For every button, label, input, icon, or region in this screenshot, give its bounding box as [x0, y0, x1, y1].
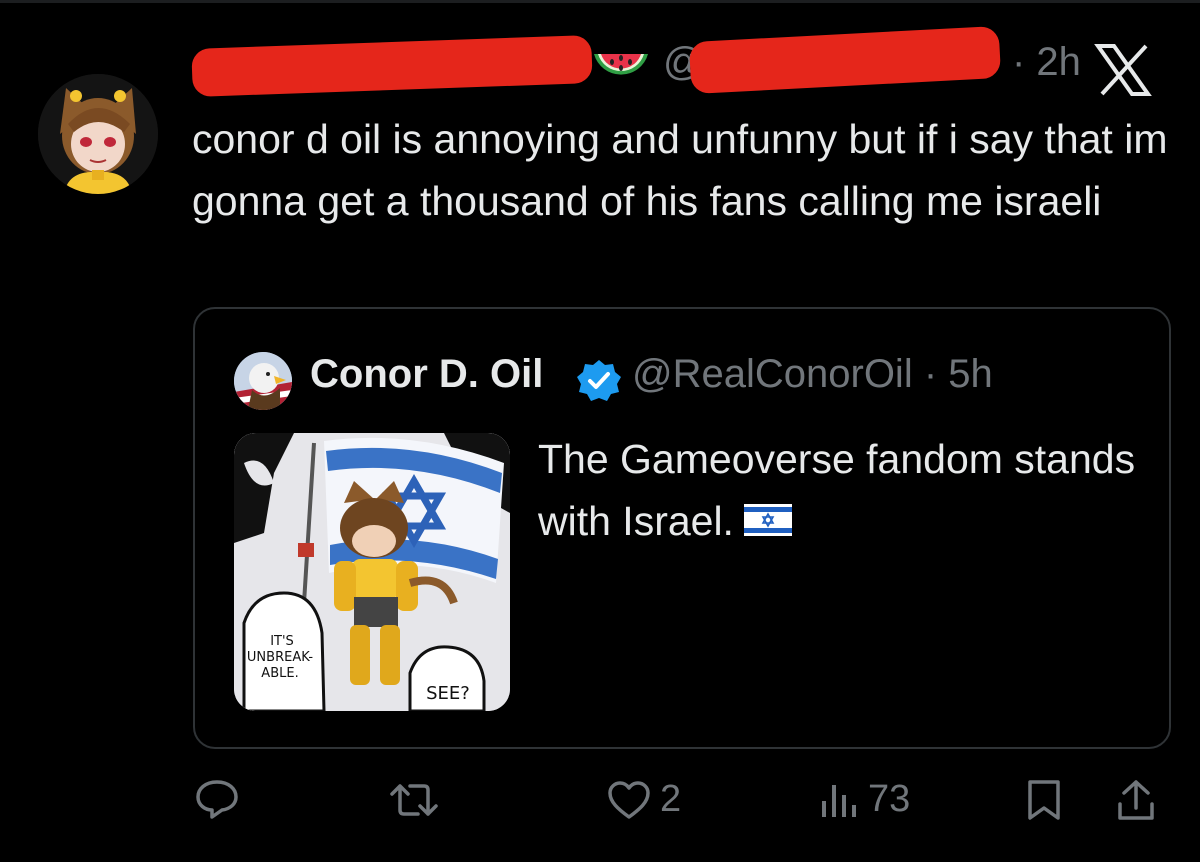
redacted-display-name: [191, 35, 593, 97]
svg-text:SEE?: SEE?: [426, 683, 470, 704]
redacted-handle: [688, 25, 1002, 95]
top-divider: [0, 0, 1200, 3]
retweet-button[interactable]: [388, 778, 440, 822]
watermelon-emoji-icon: [594, 54, 648, 75]
view-count: 73: [868, 778, 911, 820]
share-button[interactable]: [1114, 778, 1158, 824]
quoted-handle-time[interactable]: @RealConorOil · 5h: [632, 352, 993, 397]
views-icon: [822, 784, 856, 817]
quoted-author-name[interactable]: Conor D. Oil: [310, 352, 543, 397]
views-button[interactable]: 73: [818, 778, 910, 821]
author-avatar[interactable]: [38, 74, 158, 194]
svg-text:IT'S: IT'S: [270, 634, 294, 649]
svg-text:UNBREAK-: UNBREAK-: [247, 650, 313, 665]
like-button[interactable]: 2: [606, 778, 681, 821]
share-icon: [1118, 780, 1154, 820]
heart-icon: [608, 780, 650, 819]
retweet-icon: [390, 784, 438, 816]
reply-icon: [196, 780, 238, 819]
bookmark-icon: [1028, 780, 1060, 820]
reply-button[interactable]: [194, 778, 240, 820]
like-count: 2: [660, 778, 682, 820]
svg-text:ABLE.: ABLE.: [261, 666, 298, 681]
quoted-tweet-text: The Gameoverse fandom stands with Israel…: [538, 428, 1138, 552]
x-logo-icon[interactable]: [1094, 44, 1152, 96]
quoted-tweet-text-content: The Gameoverse fandom stands with Israel…: [538, 436, 1136, 544]
quoted-author-avatar[interactable]: [234, 352, 292, 410]
tweet-text: conor d oil is annoying and unfunny but …: [192, 116, 1168, 224]
verified-badge-icon: [577, 360, 621, 401]
quoted-tweet-image[interactable]: IT'S UNBREAK- ABLE. SEE?: [234, 433, 510, 711]
bookmark-button[interactable]: [1024, 778, 1064, 822]
israel-flag-emoji-icon: [743, 504, 792, 537]
tweet-timestamp[interactable]: · 2h: [1012, 40, 1081, 85]
